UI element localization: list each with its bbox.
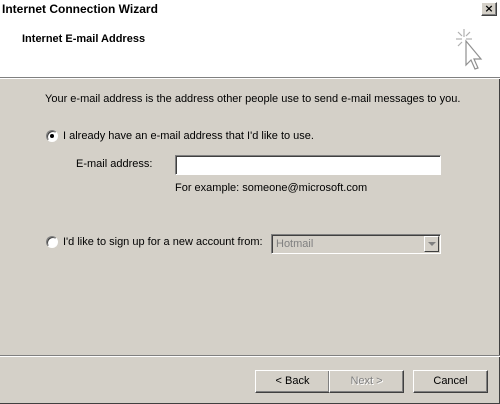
title-bar: Internet Connection Wizard ×: [0, 0, 500, 21]
wizard-cursor-sparkle-icon: [456, 29, 483, 70]
intro-text: Your e-mail address is the address other…: [45, 93, 461, 105]
window-title: Internet Connection Wizard: [2, 2, 158, 16]
provider-select-value: Hotmail: [276, 238, 314, 250]
provider-select[interactable]: Hotmail: [271, 234, 441, 254]
cancel-button[interactable]: Cancel: [413, 370, 488, 393]
page-title: Internet E-mail Address: [22, 33, 146, 45]
email-address-input[interactable]: [175, 155, 441, 175]
footer-separator: [0, 355, 500, 357]
next-button[interactable]: Next >: [329, 370, 404, 393]
email-example-text: For example: someone@microsoft.com: [175, 182, 368, 194]
email-address-label: E-mail address:: [76, 158, 153, 170]
radio-existing-address[interactable]: [46, 130, 58, 142]
radio-existing-label[interactable]: I already have an e-mail address that I'…: [63, 130, 314, 142]
close-button[interactable]: ×: [481, 2, 497, 16]
dropdown-arrow-icon[interactable]: [424, 236, 439, 252]
wizard-window: Internet Connection Wizard × Internet E-…: [0, 0, 500, 404]
header-separator: [0, 77, 500, 79]
radio-signup-new-account[interactable]: [46, 236, 58, 248]
back-button[interactable]: < Back: [255, 370, 330, 393]
radio-signup-label[interactable]: I'd like to sign up for a new account fr…: [63, 236, 263, 248]
wizard-header: Internet E-mail Address: [0, 20, 500, 77]
